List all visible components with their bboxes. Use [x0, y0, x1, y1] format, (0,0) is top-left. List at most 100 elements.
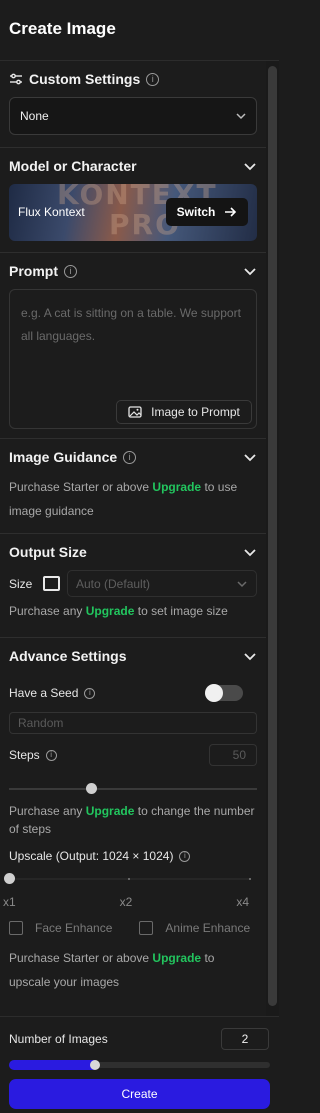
- image-guidance-header[interactable]: Image Guidance i: [9, 439, 257, 475]
- prompt-box: Image to Prompt: [9, 289, 257, 429]
- upscale-tick-x1: x1: [3, 895, 16, 909]
- output-size-note: Purchase any Upgrade to set image size: [9, 604, 228, 618]
- steps-row: Steps i 50: [9, 743, 257, 767]
- info-icon[interactable]: i: [146, 72, 160, 86]
- advance-settings-label: Advance Settings: [9, 648, 127, 664]
- model-card[interactable]: KONTEXT PRO Flux Kontext Switch: [9, 184, 257, 241]
- image-to-prompt-button[interactable]: Image to Prompt: [116, 400, 252, 424]
- prompt-section: Prompt i Image to Prompt: [0, 253, 266, 439]
- upscale-row: Upscale (Output: 1024 × 1024) i: [9, 844, 257, 868]
- slider-handle[interactable]: [90, 1060, 101, 1070]
- upscale-slider[interactable]: [4, 873, 251, 885]
- advance-settings-section: Advance Settings Have a Seed i Random Ste…: [0, 638, 266, 994]
- steps-slider-handle[interactable]: [85, 783, 97, 794]
- aspect-ratio-icon: [43, 576, 60, 591]
- custom-settings-value: None: [20, 109, 49, 123]
- sliders-icon: [10, 73, 22, 85]
- panel-header: Create Image: [0, 0, 279, 61]
- custom-settings-label: Custom Settings: [29, 71, 141, 87]
- create-button[interactable]: Create: [9, 1079, 270, 1109]
- seed-row: Have a Seed i: [9, 674, 257, 712]
- steps-slider-track: [9, 788, 257, 790]
- size-row: Size Auto (Default): [9, 570, 257, 597]
- anime-enhance-label: Anime Enhance: [165, 921, 251, 935]
- image-icon: [128, 406, 142, 418]
- output-size-header[interactable]: Output Size: [9, 534, 257, 570]
- info-icon[interactable]: i: [123, 450, 137, 464]
- chevron-down-icon: [236, 113, 246, 120]
- checkbox-icon: [139, 921, 154, 935]
- arrow-right-icon: [225, 207, 237, 217]
- image-to-prompt-label: Image to Prompt: [151, 405, 240, 419]
- face-enhance-checkbox[interactable]: Face Enhance: [9, 921, 112, 935]
- size-select[interactable]: Auto (Default): [67, 570, 257, 597]
- steps-note: Purchase any Upgrade to change the numbe…: [9, 804, 255, 836]
- output-size-section: Output Size Size Auto (Default) Purchase…: [0, 534, 266, 638]
- face-enhance-label: Face Enhance: [35, 921, 113, 935]
- chevron-down-icon[interactable]: [243, 159, 257, 173]
- prompt-header[interactable]: Prompt i: [9, 253, 257, 289]
- create-label: Create: [121, 1087, 158, 1101]
- seed-toggle[interactable]: [205, 684, 243, 702]
- size-value: Auto (Default): [76, 576, 151, 591]
- steps-label: Steps: [9, 748, 40, 762]
- image-guidance-note: Purchase Starter or above Upgrade to use…: [9, 480, 238, 518]
- upscale-label: Upscale (Output: 1024 × 1024): [9, 849, 174, 863]
- info-icon[interactable]: i: [45, 749, 57, 761]
- number-of-images-slider[interactable]: [9, 1059, 270, 1071]
- checkbox-icon: [9, 921, 23, 935]
- upgrade-link[interactable]: Upgrade: [86, 604, 135, 618]
- seed-input[interactable]: Random: [9, 712, 257, 734]
- seed-label: Have a Seed: [9, 686, 79, 700]
- footer: Number of Images 2 Create: [0, 1016, 279, 1113]
- steps-value: 50: [232, 748, 246, 762]
- info-icon[interactable]: i: [179, 850, 191, 862]
- chevron-down-icon[interactable]: [243, 450, 257, 464]
- chevron-down-icon[interactable]: [243, 649, 257, 663]
- custom-settings-select[interactable]: None: [9, 97, 257, 135]
- upscale-tick-labels: x1 x2 x4: [3, 895, 249, 909]
- upgrade-link[interactable]: Upgrade: [86, 804, 135, 818]
- upscale-tick-x2: x2: [119, 895, 133, 909]
- image-guidance-section: Image Guidance i Purchase Starter or abo…: [0, 439, 266, 534]
- size-label: Size: [9, 576, 33, 591]
- prompt-label: Prompt: [9, 263, 58, 279]
- upscale-slider-handle[interactable]: [4, 873, 15, 884]
- page-title: Create Image: [9, 19, 116, 38]
- number-of-images-input[interactable]: 2: [221, 1028, 269, 1050]
- custom-settings-section: Custom Settings i None: [0, 61, 266, 148]
- steps-slider[interactable]: [9, 783, 257, 795]
- upgrade-link[interactable]: Upgrade: [152, 951, 201, 965]
- chevron-down-icon[interactable]: [243, 264, 257, 278]
- switch-label: Switch: [176, 205, 216, 219]
- number-of-images-label: Number of Images: [9, 1032, 108, 1046]
- settings-scroll-area[interactable]: Custom Settings i None Model or Characte…: [0, 61, 266, 1016]
- info-icon[interactable]: i: [64, 264, 77, 278]
- number-of-images-row: Number of Images 2: [9, 1028, 270, 1050]
- image-guidance-label: Image Guidance: [9, 449, 118, 465]
- steps-input[interactable]: 50: [209, 744, 257, 766]
- anime-enhance-checkbox[interactable]: Anime Enhance: [139, 921, 250, 935]
- model-section: Model or Character KONTEXT PRO Flux Konte…: [0, 148, 266, 253]
- output-size-label: Output Size: [9, 544, 87, 560]
- upscale-note: Purchase Starter or above Upgrade to ups…: [9, 951, 215, 989]
- custom-settings-header: Custom Settings i: [9, 61, 257, 97]
- upscale-tick-x4: x4: [236, 895, 249, 909]
- enhance-options: Face Enhance Anime Enhance: [9, 916, 257, 940]
- upscale-tick-mark: [127, 878, 130, 880]
- info-icon[interactable]: i: [84, 687, 96, 699]
- slider-fill: [9, 1060, 100, 1070]
- seed-placeholder: Random: [18, 716, 64, 730]
- upgrade-link[interactable]: Upgrade: [152, 480, 201, 494]
- chevron-down-icon: [237, 580, 247, 587]
- model-header[interactable]: Model or Character: [9, 148, 257, 184]
- chevron-down-icon[interactable]: [243, 545, 257, 559]
- prompt-input[interactable]: [21, 302, 245, 382]
- advance-settings-header[interactable]: Advance Settings: [9, 638, 257, 674]
- scrollbar-thumb[interactable]: [268, 66, 277, 1006]
- number-of-images-value: 2: [241, 1032, 249, 1046]
- upscale-tick-mark: [249, 878, 251, 880]
- model-name: Flux Kontext: [18, 205, 85, 219]
- switch-model-button[interactable]: Switch: [166, 198, 248, 226]
- model-label: Model or Character: [9, 158, 137, 174]
